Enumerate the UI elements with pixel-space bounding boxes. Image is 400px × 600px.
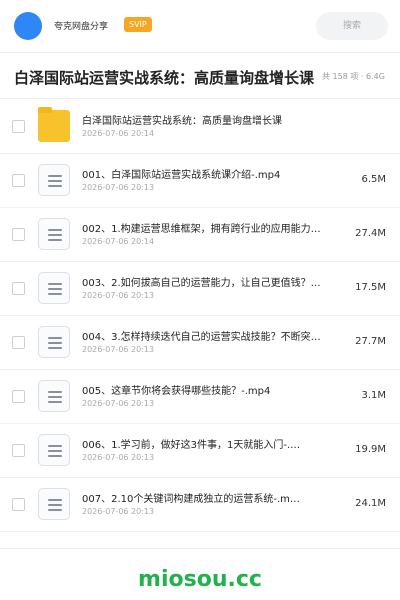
file-name: 006、1.学习前，做好这3件事，1天就能入门-.… (82, 440, 301, 451)
file-date: 2026-07-06 20:13 (82, 453, 155, 462)
file-size: 6.5M (361, 174, 386, 185)
select-checkbox[interactable] (12, 228, 25, 241)
watermark: miosou.cc (138, 567, 262, 592)
list-item[interactable]: 004、3.怎样持续迭代自己的运营实战技能？不断突… 2026-07-06 20… (0, 316, 400, 370)
select-checkbox[interactable] (12, 174, 25, 187)
search-input[interactable]: 搜索 (316, 12, 388, 40)
list-item[interactable]: 白泽国际站运营实战系统：高质量询盘增长课 2026-07-06 20:14 (0, 100, 400, 154)
folder-icon (38, 107, 70, 142)
video-file-icon (38, 164, 70, 196)
top-bar: 夸克网盘分享 SVIP 搜索 (0, 0, 400, 52)
list-item[interactable]: 005、这章节你将会获得哪些技能？-.mp4 2026-07-06 20:13 … (0, 370, 400, 424)
video-file-icon (38, 488, 70, 520)
file-date: 2026-07-06 20:13 (82, 291, 155, 300)
page-title: 白泽国际站运营实战系统：高质量询盘增长课 (14, 69, 315, 87)
list-item[interactable]: 006、1.学习前，做好这3件事，1天就能入门-.… 2026-07-06 20… (0, 424, 400, 478)
file-name: 003、2.如何拔高自己的运营能力，让自己更值钱？… (82, 278, 321, 289)
share-meta: 共 158 项 · 6.4G (322, 72, 385, 81)
file-size: 27.4M (355, 228, 386, 239)
file-name: 001、白泽国际站运营实战系统课介绍-.mp4 (82, 170, 281, 181)
select-checkbox[interactable] (12, 444, 25, 457)
file-name: 005、这章节你将会获得哪些技能？-.mp4 (82, 386, 271, 397)
select-checkbox[interactable] (12, 498, 25, 511)
file-name: 007、2.10个关键词构建成独立的运营系统-.m… (82, 494, 300, 505)
video-file-icon (38, 326, 70, 358)
file-date: 2026-07-06 20:13 (82, 399, 155, 408)
brand-name: 夸克网盘分享 (54, 22, 109, 32)
file-size: 24.1M (355, 498, 386, 509)
video-file-icon (38, 434, 70, 466)
video-file-icon (38, 272, 70, 304)
select-checkbox[interactable] (12, 120, 25, 133)
share-header: 白泽国际站运营实战系统：高质量询盘增长课 共 158 项 · 6.4G (0, 53, 400, 99)
file-size: 19.9M (355, 444, 386, 455)
avatar[interactable] (14, 12, 42, 40)
file-date: 2026-07-06 20:13 (82, 183, 155, 192)
video-file-icon (38, 218, 70, 250)
list-item[interactable]: 002、1.构建运营思维框架，拥有跨行业的应用能力… 2026-07-06 20… (0, 208, 400, 262)
file-size: 3.1M (361, 390, 386, 401)
file-date: 2026-07-06 20:13 (82, 507, 155, 516)
video-file-icon (38, 380, 70, 412)
list-item[interactable]: 001、白泽国际站运营实战系统课介绍-.mp4 2026-07-06 20:13… (0, 154, 400, 208)
select-checkbox[interactable] (12, 390, 25, 403)
footer: miosou.cc (0, 548, 400, 600)
vip-badge: SVIP (124, 17, 152, 32)
select-checkbox[interactable] (12, 336, 25, 349)
file-size: 17.5M (355, 282, 386, 293)
file-date: 2026-07-06 20:13 (82, 345, 155, 354)
file-date: 2026-07-06 20:14 (82, 237, 155, 246)
file-name: 002、1.构建运营思维框架，拥有跨行业的应用能力… (82, 224, 321, 235)
list-item[interactable]: 003、2.如何拔高自己的运营能力，让自己更值钱？… 2026-07-06 20… (0, 262, 400, 316)
file-size: 27.7M (355, 336, 386, 347)
file-date: 2026-07-06 20:14 (82, 129, 155, 138)
file-name: 004、3.怎样持续迭代自己的运营实战技能？不断突… (82, 332, 321, 343)
list-item[interactable]: 007、2.10个关键词构建成独立的运营系统-.m… 2026-07-06 20… (0, 478, 400, 532)
select-checkbox[interactable] (12, 282, 25, 295)
file-list: 白泽国际站运营实战系统：高质量询盘增长课 2026-07-06 20:14 00… (0, 100, 400, 532)
file-name: 白泽国际站运营实战系统：高质量询盘增长课 (82, 116, 282, 127)
